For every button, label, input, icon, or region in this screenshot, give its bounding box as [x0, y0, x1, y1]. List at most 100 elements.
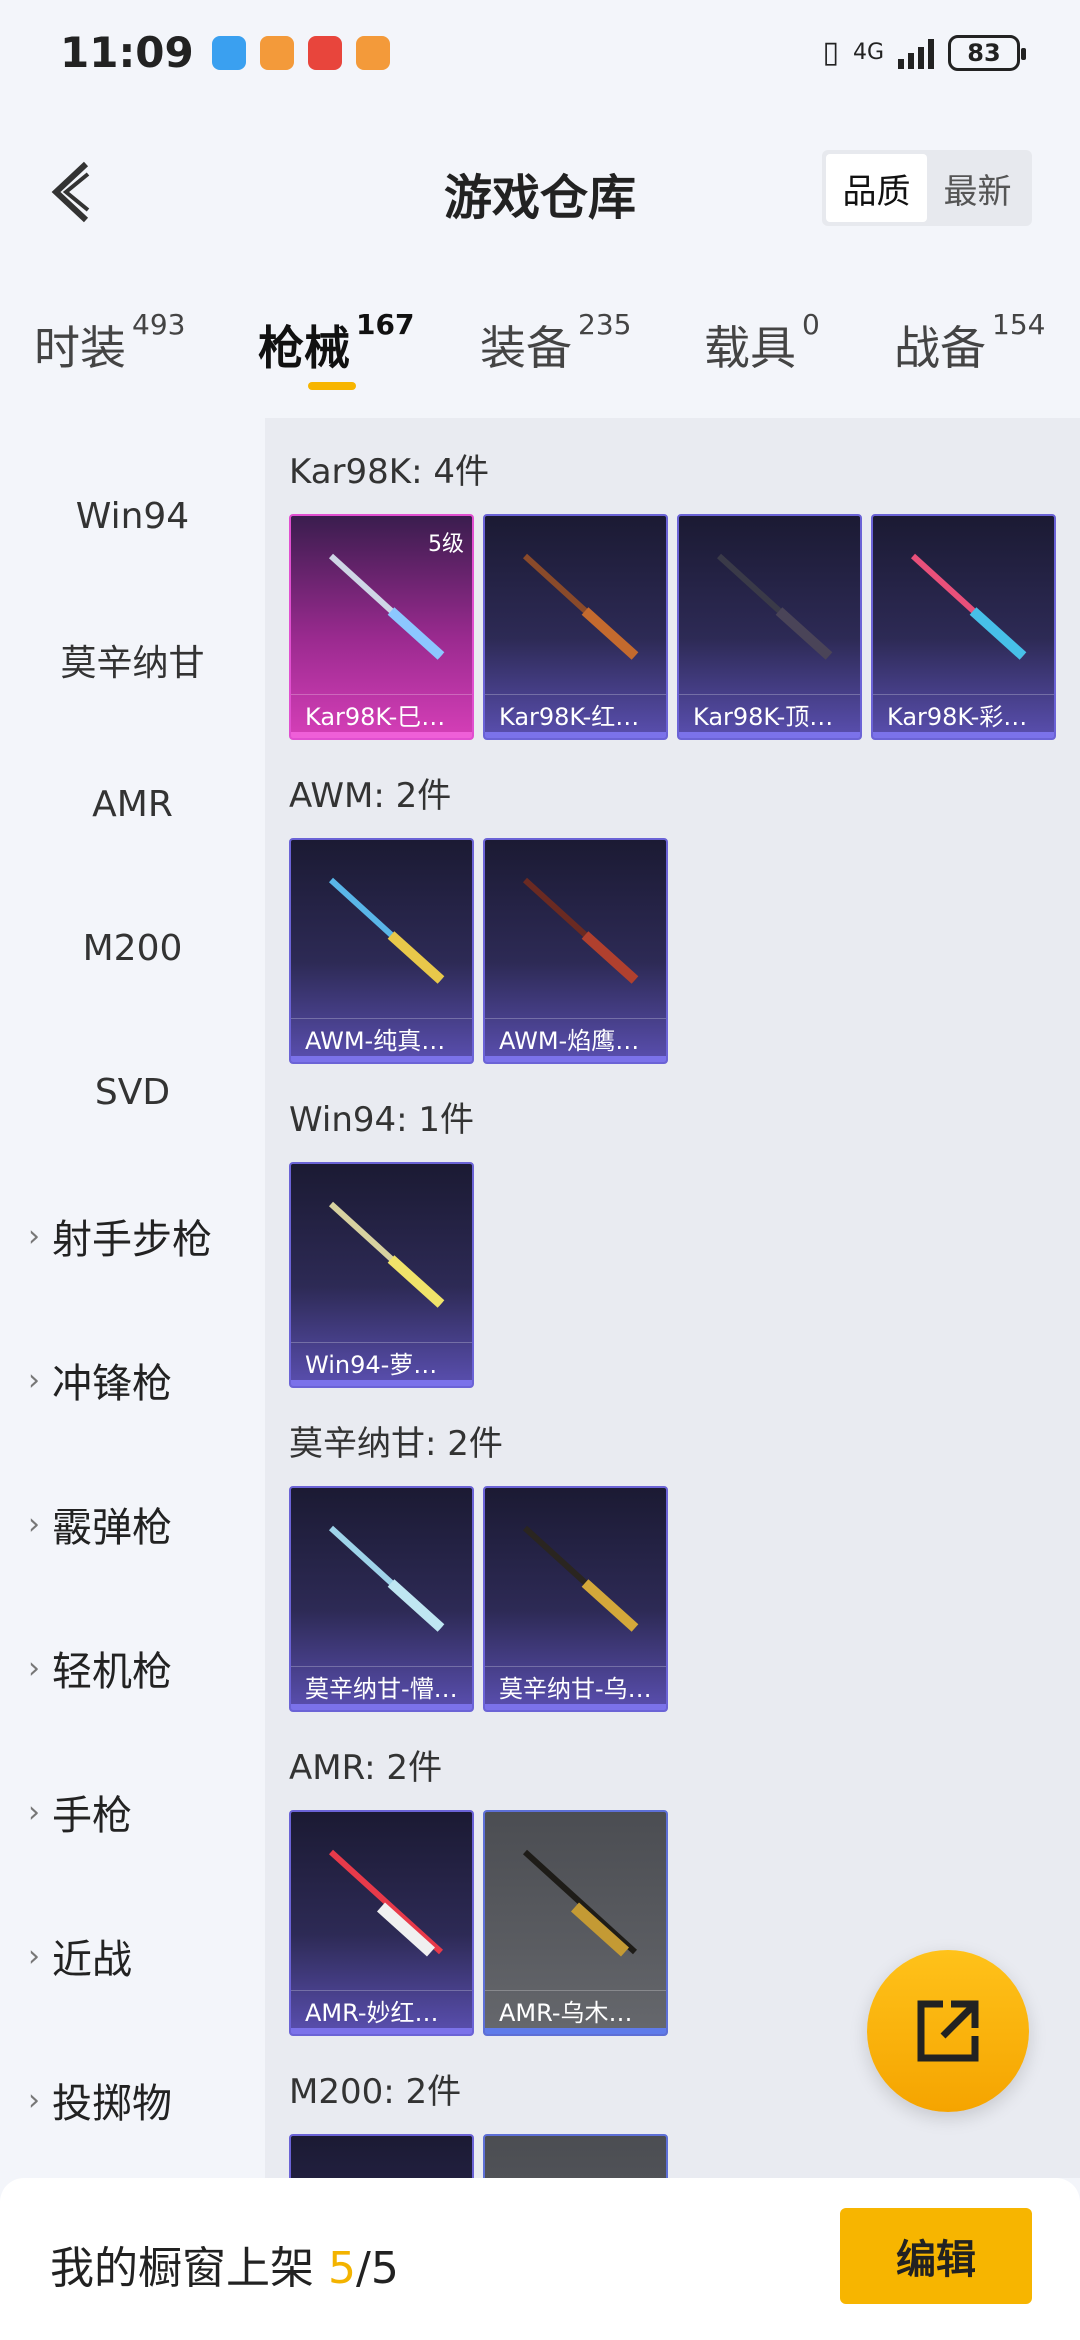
showcase-label: 我的橱窗上架 [50, 2243, 314, 2294]
sort-by-quality[interactable]: 品质 [826, 154, 927, 222]
weapon-card[interactable]: AMR-乌木金纹 [483, 1810, 668, 2036]
share-button[interactable] [867, 1950, 1029, 2112]
status-time: 11:09 [60, 28, 194, 77]
tab-vehicles[interactable]: 载具 0 [704, 308, 820, 378]
rarity-bar [291, 2028, 472, 2034]
signal-icon [898, 37, 934, 69]
tab-label: 装备 [480, 321, 572, 375]
sidebar-group-dmr[interactable]: › 射手步枪 [0, 1196, 265, 1276]
tab-label: 战备 [894, 321, 986, 375]
chevron-right-icon: › [28, 1218, 40, 1254]
rarity-bar [291, 1056, 472, 1062]
rarity-bar [291, 732, 472, 738]
tab-label: 枪械 [258, 321, 350, 375]
sort-toggle: 品质 最新 [822, 150, 1032, 226]
app-notification-icon [307, 35, 342, 70]
vibrate-icon: ▯ [822, 35, 839, 70]
weapon-card[interactable]: 莫辛纳甘-乌… [483, 1486, 668, 1712]
sort-by-newest[interactable]: 最新 [927, 154, 1028, 222]
chevron-right-icon: › [28, 1650, 40, 1686]
sidebar-group-smg[interactable]: › 冲锋枪 [0, 1340, 265, 1420]
sidebar-group-label: 手枪 [52, 1793, 132, 1839]
sidebar-group-pistol[interactable]: › 手枪 [0, 1772, 265, 1852]
sidebar-group-melee[interactable]: › 近战 [0, 1916, 265, 1996]
sidebar-item-mosin[interactable]: 莫辛纳甘 [0, 620, 265, 700]
tab-equipment[interactable]: 装备 235 [480, 308, 631, 378]
sidebar-group-label: 近战 [52, 1937, 132, 1983]
sidebar-group-label: 投掷物 [52, 2081, 172, 2127]
tab-count: 0 [802, 308, 820, 341]
sidebar-group-label: 射手步枪 [52, 1217, 212, 1263]
weapon-card[interactable]: Kar98K-顶… [677, 514, 862, 740]
tab-supplies[interactable]: 战备 154 [894, 308, 1045, 378]
weapon-card[interactable]: Kar98K-红… [483, 514, 668, 740]
weapon-card[interactable]: 5级 Kar98K-巳… [289, 514, 474, 740]
app-notification-icon [355, 35, 390, 70]
rifle-icon [328, 877, 445, 984]
sidebar-item-svd[interactable]: SVD [0, 1052, 265, 1132]
showcase-separator: / [356, 2243, 371, 2294]
sidebar: Win94 莫辛纳甘 AMR M200 SVD › 射手步枪 › 冲锋枪 › 霰弹枪 … [0, 418, 265, 2178]
rarity-bar [679, 732, 860, 738]
rifle-icon [328, 1525, 445, 1632]
rifle-icon [716, 553, 833, 660]
rifle-icon [522, 1525, 639, 1632]
rarity-bar [291, 1380, 472, 1386]
item-level: 5级 [428, 532, 464, 557]
sidebar-item-amr[interactable]: AMR [0, 764, 265, 844]
weapon-card[interactable]: AMR-妙红点点 [289, 1810, 474, 2036]
showcase-bar: 我的橱窗上架 5/5 编辑 [0, 2178, 1080, 2340]
sidebar-group-shotgun[interactable]: › 霰弹枪 [0, 1484, 265, 1564]
app-notification-icon [211, 35, 246, 70]
tab-guns[interactable]: 枪械 167 [258, 308, 414, 378]
battery-icon: 83 [948, 34, 1026, 71]
weapon-card[interactable]: AWM-焰鹰… [483, 838, 668, 1064]
edit-button[interactable]: 编辑 [840, 2208, 1032, 2304]
sidebar-item-m200[interactable]: M200 [0, 908, 265, 988]
weapon-card[interactable]: Kar98K-彩… [871, 514, 1056, 740]
sidebar-group-label: 冲锋枪 [52, 1361, 172, 1407]
rarity-bar [485, 1056, 666, 1062]
header: 游戏仓库 品质 最新 [0, 120, 1080, 260]
rifle-icon [522, 1849, 638, 1957]
group-title: AWM: 2件 [289, 776, 452, 816]
share-icon [917, 2000, 979, 2062]
weapon-card[interactable]: 莫辛纳甘-懵… [289, 1486, 474, 1712]
showcase-total: 5 [370, 2243, 399, 2294]
rifle-icon [910, 553, 1027, 660]
weapon-card[interactable] [483, 2134, 668, 2178]
status-bar: 11:09 ▯ 4G 83 [0, 0, 1080, 105]
group-title: Win94: 1件 [289, 1100, 475, 1140]
sidebar-group-lmg[interactable]: › 轻机枪 [0, 1628, 265, 1708]
rarity-bar [485, 732, 666, 738]
weapon-card[interactable]: AWM-纯真… [289, 838, 474, 1064]
network-type: 4G [852, 40, 884, 65]
rifle-icon [328, 1849, 444, 1957]
battery-level: 83 [967, 38, 1001, 67]
rifle-icon [522, 877, 639, 984]
tab-label: 时装 [34, 321, 126, 375]
tab-count: 167 [356, 308, 415, 341]
rifle-icon [328, 1201, 445, 1308]
group-title: Kar98K: 4件 [289, 452, 489, 492]
rifle-icon [522, 553, 639, 660]
weapon-card[interactable] [289, 2134, 474, 2178]
sidebar-group-label: 霰弹枪 [52, 1505, 172, 1551]
group-title: AMR: 2件 [289, 1748, 443, 1788]
tab-count: 154 [992, 308, 1046, 341]
sidebar-group-throwable[interactable]: › 投掷物 [0, 2060, 265, 2140]
weapon-list: Kar98K: 4件 5级 Kar98K-巳… Kar98K-红… Kar98K… [265, 418, 1080, 2178]
tab-count: 493 [132, 308, 186, 341]
showcase-status: 我的橱窗上架 5/5 [50, 2232, 399, 2296]
tab-fashion[interactable]: 时装 493 [34, 308, 185, 378]
sidebar-item-win94[interactable]: Win94 [0, 476, 265, 556]
rarity-bar [873, 732, 1054, 738]
weapon-card[interactable]: Win94-萝萝… [289, 1162, 474, 1388]
rarity-bar [485, 1704, 666, 1710]
chevron-right-icon: › [28, 1794, 40, 1830]
group-title: 莫辛纳甘: 2件 [289, 1424, 503, 1464]
showcase-current: 5 [328, 2243, 356, 2294]
group-title: M200: 2件 [289, 2072, 462, 2112]
sidebar-group-label: 轻机枪 [52, 1649, 172, 1695]
chevron-right-icon: › [28, 1506, 40, 1542]
